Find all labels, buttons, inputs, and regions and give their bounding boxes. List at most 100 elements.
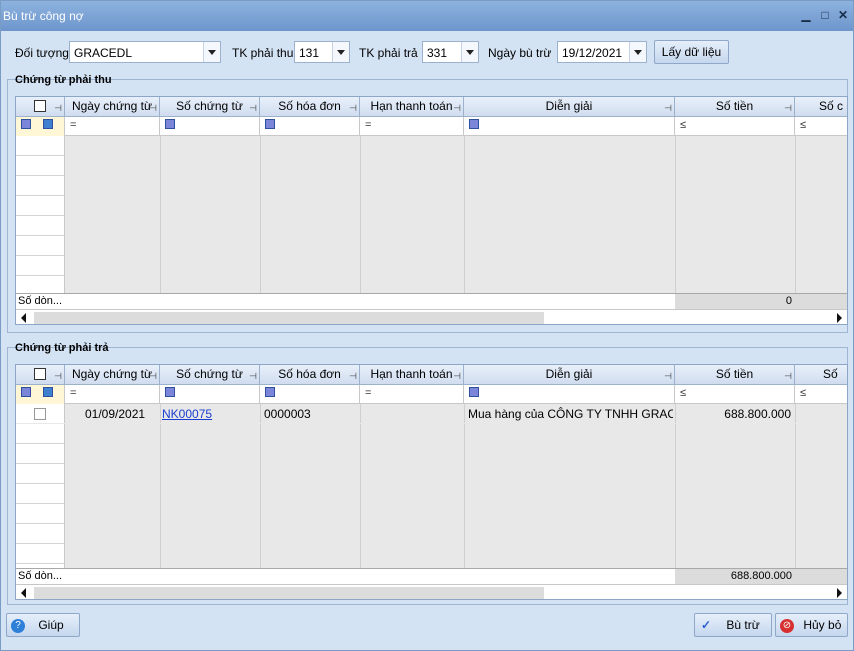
chevron-down-icon[interactable] [461, 42, 478, 62]
cell-dien-giai: Mua hàng của CÔNG TY TNHH GRAC... [468, 407, 673, 421]
cell-so-tien: 688.800.000 [724, 407, 791, 421]
col-so-tien[interactable]: Số tiền ⊣ [675, 97, 795, 117]
help-button[interactable]: ? Giúp [6, 613, 80, 637]
pin-icon[interactable]: ⊣ [784, 367, 792, 386]
col-ngay-chung-tu[interactable]: Ngày chứng từ ⊣ [65, 365, 160, 385]
filter-icon[interactable] [469, 387, 479, 397]
horizontal-scrollbar[interactable] [16, 309, 847, 324]
row-indicator-column [16, 404, 65, 568]
filter-icon[interactable] [43, 119, 53, 129]
col-han-thanh-toan[interactable]: Hạn thanh toán ⊣ [360, 97, 464, 117]
filter-dien-giai[interactable] [464, 385, 675, 404]
table-row[interactable]: 01/09/2021 NK00075 0000003 Mua hàng của … [16, 404, 847, 424]
filter-han[interactable]: = [360, 385, 464, 404]
filter-select-cell[interactable] [16, 117, 65, 136]
doi-tuong-label: Đối tượng [15, 46, 69, 60]
pin-icon[interactable]: ⊣ [54, 367, 62, 386]
ngay-bu-tru-value: 19/12/2021 [562, 46, 623, 60]
pin-icon[interactable]: ⊣ [664, 367, 672, 386]
scroll-right-icon[interactable] [837, 313, 842, 323]
horizontal-scrollbar[interactable] [16, 584, 847, 599]
filter-so-c[interactable]: ≤ [795, 117, 847, 136]
filter-han[interactable]: = [360, 117, 464, 136]
filter-so-ct[interactable] [160, 117, 260, 136]
filter-icon[interactable] [21, 387, 31, 397]
grid-header: ⊣ Ngày chứng từ ⊣ Số chứng từ ⊣ Số hóa đơn… [16, 365, 847, 385]
filter-select-cell[interactable] [16, 385, 65, 404]
bu-tru-button[interactable]: ✓ Bù trừ [694, 613, 772, 637]
chevron-down-icon[interactable] [203, 42, 220, 62]
col-ngay-chung-tu[interactable]: Ngày chứng từ ⊣ [65, 97, 160, 117]
row-checkbox[interactable] [34, 408, 46, 420]
pin-icon[interactable]: ⊣ [664, 99, 672, 118]
col-dien-giai[interactable]: Diễn giải ⊣ [464, 97, 675, 117]
chevron-down-icon[interactable] [629, 42, 646, 62]
phai-thu-grid: ⊣ Ngày chứng từ ⊣ Số chứng từ ⊣ Số hóa đơn… [15, 96, 848, 325]
pin-icon[interactable]: ⊣ [453, 99, 461, 118]
col-so-hoa-don[interactable]: Số hóa đơn ⊣ [260, 97, 360, 117]
filter-icon[interactable] [21, 119, 31, 129]
filter-dien-giai[interactable] [464, 117, 675, 136]
help-icon: ? [11, 618, 25, 633]
doi-tuong-value: GRACEDL [74, 46, 133, 60]
huy-bo-button[interactable]: ⊘ Hủy bỏ [775, 613, 848, 637]
col-so-chung-tu[interactable]: Số chứng từ ⊣ [160, 97, 260, 117]
chevron-down-icon[interactable] [332, 42, 349, 62]
grid-footer: Số dòn... 688.800.000 [16, 568, 847, 585]
col-so-chung-tu[interactable]: Số chứng từ ⊣ [160, 365, 260, 385]
pin-icon[interactable]: ⊣ [249, 99, 257, 118]
filter-icon[interactable] [43, 387, 53, 397]
tk-phai-tra-combo[interactable]: 331 [422, 41, 479, 63]
filter-icon[interactable] [165, 387, 175, 397]
phai-tra-grid: ⊣ Ngày chứng từ ⊣ Số chứng từ ⊣ Số hóa đơn… [15, 364, 848, 600]
col-han-thanh-toan[interactable]: Hạn thanh toán ⊣ [360, 365, 464, 385]
filter-so-hd[interactable] [260, 117, 360, 136]
scroll-thumb[interactable] [34, 587, 544, 599]
tk-phai-tra-label: TK phải trả [359, 46, 418, 60]
col-so-tien[interactable]: Số tiền ⊣ [675, 365, 795, 385]
pin-icon[interactable]: ⊣ [784, 99, 792, 118]
pin-icon[interactable]: ⊣ [453, 367, 461, 386]
cancel-icon: ⊘ [780, 618, 794, 633]
minimize-icon[interactable]: ▁ [798, 7, 814, 23]
select-all-checkbox[interactable] [34, 368, 46, 380]
pin-icon[interactable]: ⊣ [349, 99, 357, 118]
pin-icon[interactable]: ⊣ [54, 99, 62, 118]
maximize-icon[interactable]: □ [817, 7, 833, 23]
filter-icon[interactable] [469, 119, 479, 129]
filter-ngay[interactable]: = [65, 385, 160, 404]
tk-phai-thu-combo[interactable]: 131 [294, 41, 350, 63]
filter-row: = = ≤ ≤ [16, 117, 847, 136]
filter-so-tien[interactable]: ≤ [675, 385, 795, 404]
cell-so-chung-tu-link[interactable]: NK00075 [162, 404, 212, 424]
tk-phai-thu-label: TK phải thu [232, 46, 294, 60]
lay-du-lieu-button[interactable]: Lấy dữ liệu [654, 40, 729, 64]
filter-icon[interactable] [165, 119, 175, 129]
cell-so-hoa-don: 0000003 [264, 407, 311, 421]
filter-icon[interactable] [265, 119, 275, 129]
filter-ngay[interactable]: = [65, 117, 160, 136]
select-all-checkbox[interactable] [34, 100, 46, 112]
scroll-thumb[interactable] [34, 312, 544, 324]
col-dien-giai[interactable]: Diễn giải ⊣ [464, 365, 675, 385]
col-so-hoa-don[interactable]: Số hóa đơn ⊣ [260, 365, 360, 385]
filter-so-tien[interactable]: ≤ [675, 117, 795, 136]
filter-so-hd[interactable] [260, 385, 360, 404]
filter-icon[interactable] [265, 387, 275, 397]
pin-icon[interactable]: ⊣ [149, 367, 157, 386]
pin-icon[interactable]: ⊣ [349, 367, 357, 386]
close-icon[interactable]: ✕ [835, 7, 851, 23]
ngay-bu-tru-label: Ngày bù trừ [488, 46, 552, 60]
doi-tuong-combo[interactable]: GRACEDL [69, 41, 221, 63]
col-so[interactable]: Số [795, 365, 847, 385]
scroll-left-icon[interactable] [21, 313, 26, 323]
pin-icon[interactable]: ⊣ [249, 367, 257, 386]
filter-so[interactable]: ≤ [795, 385, 847, 404]
scroll-right-icon[interactable] [837, 588, 842, 598]
filter-toolbar: Đối tượng GRACEDL TK phải thu 131 TK phả… [1, 31, 853, 73]
ngay-bu-tru-date[interactable]: 19/12/2021 [557, 41, 647, 63]
col-so-c[interactable]: Số c [795, 97, 847, 117]
filter-so-ct[interactable] [160, 385, 260, 404]
pin-icon[interactable]: ⊣ [149, 99, 157, 118]
scroll-left-icon[interactable] [21, 588, 26, 598]
